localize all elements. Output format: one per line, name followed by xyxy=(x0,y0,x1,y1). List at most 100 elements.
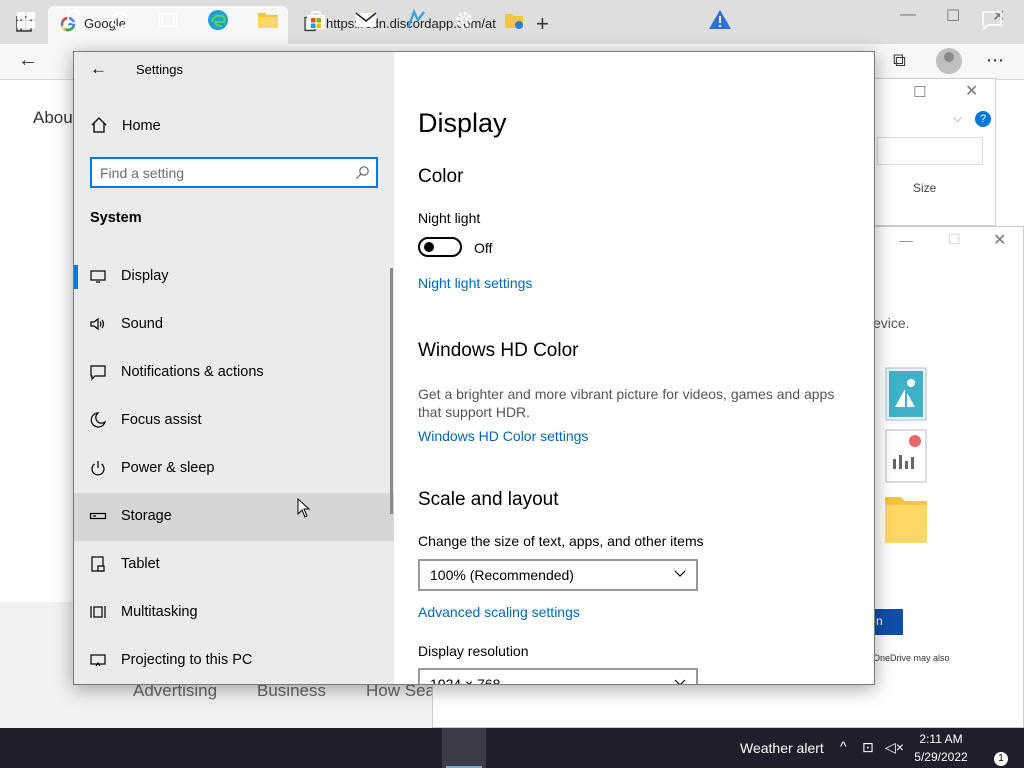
power-icon xyxy=(91,461,105,476)
sidebar-item-label: Projecting to this PC xyxy=(121,652,253,668)
page-title: Display xyxy=(418,108,507,138)
sidebar-item-label: Display xyxy=(121,268,169,284)
weather-alert-label[interactable]: Weather alert xyxy=(740,740,824,756)
sidebar-item-label: Focus assist xyxy=(121,412,202,428)
settings-gear-icon[interactable] xyxy=(452,8,476,32)
sign-in-button[interactable]: n xyxy=(873,609,903,635)
sidebar-item-label: Multitasking xyxy=(121,604,198,620)
color-heading: Color xyxy=(418,166,464,187)
volume-muted-icon[interactable]: ◁× xyxy=(885,739,904,756)
setup-app-icon[interactable] xyxy=(502,8,526,32)
display-icon xyxy=(90,270,106,283)
document-file-icon xyxy=(885,429,927,483)
file-explorer-icon[interactable] xyxy=(256,8,280,32)
minimize-icon[interactable]: — xyxy=(900,6,916,24)
mail-icon[interactable] xyxy=(354,8,378,32)
sidebar-item-power-sleep[interactable]: Power & sleep xyxy=(74,445,394,493)
sidebar-item-focus-assist[interactable]: Focus assist xyxy=(74,397,394,445)
collections-icon[interactable]: ⧉ xyxy=(893,50,906,71)
task-view-icon[interactable] xyxy=(156,8,180,32)
sidebar-item-display[interactable]: Display xyxy=(74,253,394,301)
taskbar-active-indicator xyxy=(442,728,486,768)
cortana-icon[interactable] xyxy=(108,8,132,32)
section-label: System xyxy=(90,210,142,226)
mouse-cursor-icon xyxy=(297,498,311,518)
sidebar-item-label: Sound xyxy=(121,316,163,332)
warning-icon[interactable] xyxy=(708,8,732,32)
sidebar-item-label: Power & sleep xyxy=(121,460,215,476)
display-settings-pane: — ✕ Display Color Night light Off Night … xyxy=(394,52,874,685)
sidebar-item-sound[interactable]: Sound xyxy=(74,301,394,349)
close-icon[interactable]: ✕ xyxy=(965,81,978,101)
scale-dropdown[interactable]: 100% (Recommended) xyxy=(418,559,698,591)
background-dialog: ☐ ✕ ⌵ ? Size xyxy=(872,78,996,226)
clock-time[interactable]: 2:11 AM xyxy=(916,732,966,746)
avatar[interactable] xyxy=(936,48,962,74)
speaker-icon xyxy=(90,317,105,331)
maximize-icon[interactable]: ☐ xyxy=(946,6,960,26)
folder-icon xyxy=(885,497,927,543)
notification-icon xyxy=(90,365,106,381)
sidebar-item-notifications[interactable]: Notifications & actions xyxy=(74,349,394,397)
sidebar-scrollbar[interactable] xyxy=(390,268,393,514)
notification-center-icon[interactable] xyxy=(980,8,1004,32)
sidebar-item-multitasking[interactable]: Multitasking xyxy=(74,589,394,637)
search-icon[interactable] xyxy=(60,8,84,32)
search-input[interactable] xyxy=(100,163,350,183)
about-link[interactable]: Abou xyxy=(33,108,73,128)
maximize-icon[interactable]: ☐ xyxy=(948,231,961,248)
sidebar-item-label: Notifications & actions xyxy=(121,364,264,380)
hdr-heading: Windows HD Color xyxy=(418,340,579,361)
close-icon[interactable]: ✕ xyxy=(993,230,1006,250)
search-field[interactable] xyxy=(877,137,983,165)
chevron-up-icon[interactable]: ^ xyxy=(840,738,847,754)
app-icon[interactable] xyxy=(404,8,428,32)
windows-start-icon[interactable] xyxy=(14,8,38,32)
projecting-icon xyxy=(90,654,106,667)
home-icon xyxy=(91,117,107,133)
tablet-icon xyxy=(91,556,105,572)
maximize-icon[interactable]: ☐ xyxy=(913,83,926,101)
hdr-settings-link[interactable]: Windows HD Color settings xyxy=(418,428,588,444)
night-light-toggle[interactable] xyxy=(418,237,462,257)
resolution-value: 1024 × 768 xyxy=(430,676,501,685)
minimize-icon[interactable]: — xyxy=(899,232,913,248)
resolution-dropdown[interactable]: 1024 × 768 xyxy=(418,668,698,685)
sidebar-item-projecting[interactable]: Projecting to this PC xyxy=(74,637,394,684)
store-icon[interactable] xyxy=(304,8,328,32)
back-arrow-icon[interactable]: ← xyxy=(18,49,38,72)
home-label: Home xyxy=(122,118,161,134)
advanced-scaling-link[interactable]: Advanced scaling settings xyxy=(418,604,580,620)
onedrive-note: OneDrive may also xyxy=(873,653,950,663)
sidebar-item-label: Tablet xyxy=(121,556,160,572)
chevron-down-icon[interactable]: ⌵ xyxy=(953,111,962,126)
sidebar-item-label: Storage xyxy=(121,508,172,524)
size-column-header: Size xyxy=(913,181,937,195)
resolution-label: Display resolution xyxy=(418,643,529,659)
home-nav-item[interactable]: Home xyxy=(90,116,370,136)
new-tab-icon[interactable]: + xyxy=(536,11,549,37)
help-icon[interactable]: ? xyxy=(975,111,991,127)
chevron-down-icon xyxy=(674,570,686,577)
more-icon[interactable]: ⋯ xyxy=(986,50,1004,71)
edge-icon[interactable] xyxy=(206,8,230,32)
search-box[interactable] xyxy=(90,157,378,188)
description-text: evice. xyxy=(873,315,910,331)
back-arrow-icon[interactable]: ← xyxy=(90,59,107,79)
hdr-description: Get a brighter and more vibrant picture … xyxy=(418,386,835,420)
sidebar-item-tablet[interactable]: Tablet xyxy=(74,541,394,589)
settings-sidebar: ← Settings Home System Display xyxy=(74,52,394,684)
night-light-settings-link[interactable]: Night light settings xyxy=(418,275,532,291)
chevron-down-icon xyxy=(674,679,686,684)
picture-file-icon xyxy=(885,367,927,421)
night-light-state: Off xyxy=(474,240,493,256)
network-icon[interactable]: ⊡ xyxy=(862,739,874,756)
moon-icon xyxy=(90,412,107,428)
scale-heading: Scale and layout xyxy=(418,489,559,510)
night-light-label: Night light xyxy=(418,210,481,226)
sidebar-item-storage[interactable]: Storage xyxy=(74,493,394,541)
settings-window: ← Settings Home System Display xyxy=(73,51,875,685)
search-icon[interactable] xyxy=(355,165,370,180)
clock-date[interactable]: 5/29/2022 xyxy=(906,750,976,764)
scale-value: 100% (Recommended) xyxy=(430,567,574,583)
